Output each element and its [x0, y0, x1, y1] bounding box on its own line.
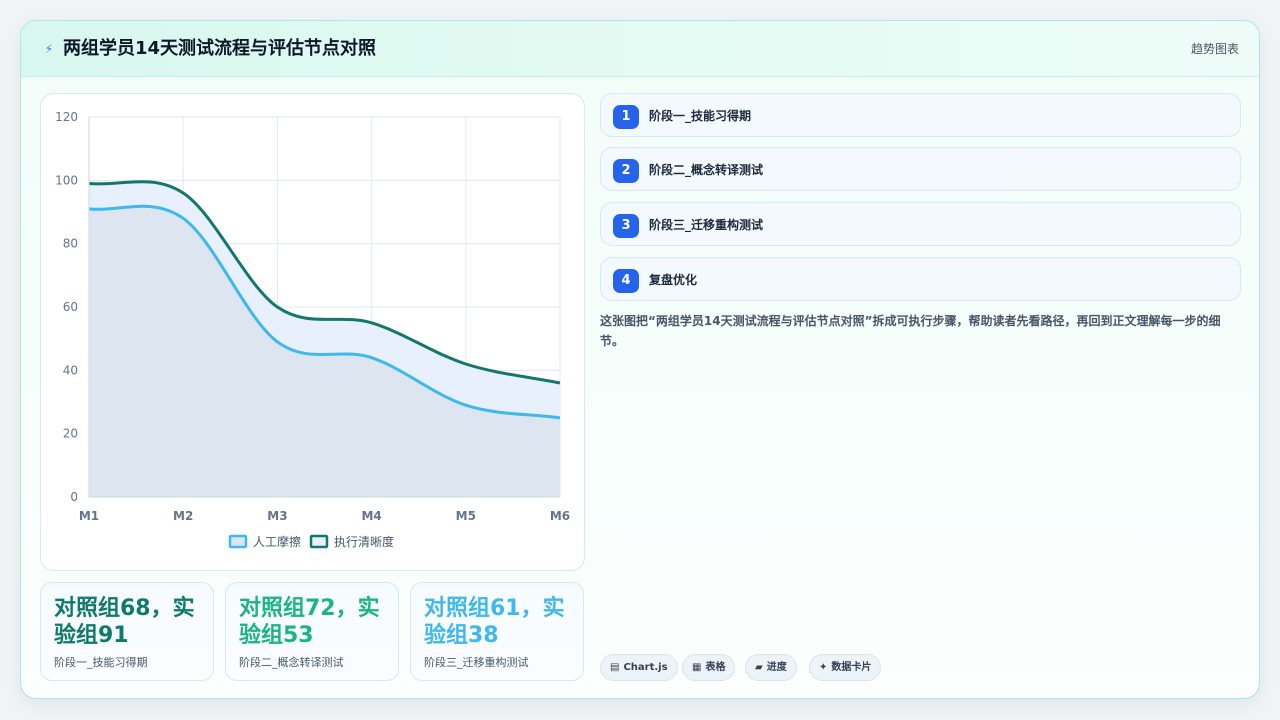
chart-description: 这张图把“两组学员14天测试流程与评估节点对照”拆成可执行步骤，帮助读者先看路径… [600, 314, 1221, 348]
x-tick-label: M5 [456, 509, 476, 523]
step-number-badge: 2 [613, 159, 639, 183]
y-tick-label: 20 [63, 427, 78, 441]
x-tick-label: M3 [267, 509, 287, 523]
area-chart: 0 20 40 60 80 100 120 M1 M2 M3 M4 M5 M6 人工摩擦 执行清晰度 [55, 110, 570, 549]
stat-label-3: 阶段三_迁移重构测试 [424, 656, 529, 669]
step-label: 阶段一_技能习得期 [649, 109, 752, 123]
y-tick-label: 80 [63, 237, 78, 251]
progress-icon: ▰ [755, 662, 763, 673]
chip-chartjs[interactable]: ▤ Chart.js [600, 654, 678, 681]
stat-card-3: 对照组61，实验组38 阶段三_迁移重构测试 [410, 582, 584, 681]
page-title: 两组学员14天测试流程与评估节点对照 [63, 38, 377, 59]
chart-panel: 0 20 40 60 80 100 120 M1 M2 M3 M4 M5 M6 人工摩擦 执行清晰度 [40, 93, 585, 571]
chip-label: 表格 [705, 662, 726, 673]
x-tick-label: M2 [173, 509, 193, 523]
table-icon: ▤ [610, 662, 620, 673]
grid-icon: ▦ [692, 662, 702, 673]
step-item-2[interactable]: 2 阶段二_概念转译测试 [600, 147, 1241, 191]
stat-value-1: 对照组68，实验组91 [54, 596, 195, 648]
legend-swatch [309, 534, 329, 549]
step-item-4[interactable]: 4 复盘优化 [600, 257, 1241, 301]
lightning-icon: ⚡ [44, 42, 54, 56]
stat-card-2: 对照组72，实验组53 阶段二_概念转译测试 [225, 582, 399, 681]
step-item-3[interactable]: 3 阶段三_迁移重构测试 [600, 202, 1241, 246]
stat-value-3: 对照组61，实验组38 [424, 596, 565, 648]
chip-label: Chart.js [623, 662, 668, 673]
step-label: 阶段三_迁移重构测试 [649, 218, 764, 232]
step-label: 复盘优化 [649, 273, 698, 287]
step-item-1[interactable]: 1 阶段一_技能习得期 [600, 93, 1241, 137]
y-tick-label: 60 [63, 300, 78, 314]
chip-label: 进度 [766, 662, 787, 673]
legend-swatch [228, 534, 248, 549]
step-label: 阶段二_概念转译测试 [649, 163, 764, 177]
y-tick-label: 0 [70, 490, 78, 504]
card-header: ⚡ 两组学员14天测试流程与评估节点对照 趋势图表 [21, 21, 1259, 77]
step-number-badge: 3 [613, 214, 639, 238]
x-tick-label: M6 [550, 509, 570, 523]
x-tick-label: M1 [79, 509, 99, 523]
y-tick-label: 40 [63, 363, 78, 377]
stat-card-1: 对照组68，实验组91 阶段一_技能习得期 [40, 582, 214, 681]
legend-label: 执行清晰度 [334, 534, 394, 549]
legend-label: 人工摩擦 [253, 534, 301, 549]
stat-value-2: 对照组72，实验组53 [239, 596, 380, 648]
chip-progress[interactable]: ▰ 进度 [745, 654, 797, 681]
chart-type-tag: 趋势图表 [1190, 42, 1239, 56]
chip-label: 数据卡片 [831, 662, 872, 673]
step-number-badge: 1 [613, 105, 639, 129]
stat-label-1: 阶段一_技能习得期 [54, 656, 148, 669]
chip-table[interactable]: ▦ 表格 [682, 654, 736, 681]
stat-label-2: 阶段二_概念转译测试 [239, 656, 344, 669]
y-tick-label: 100 [55, 173, 78, 187]
x-tick-label: M4 [361, 509, 381, 523]
chip-data-card[interactable]: ✦ 数据卡片 [809, 654, 882, 681]
main-card: ⚡ 两组学员14天测试流程与评估节点对照 趋势图表 0 20 40 60 80 100 12… [20, 20, 1260, 699]
sparkle-icon: ✦ [819, 662, 828, 673]
y-tick-label: 120 [55, 110, 78, 124]
step-number-badge: 4 [613, 269, 639, 293]
